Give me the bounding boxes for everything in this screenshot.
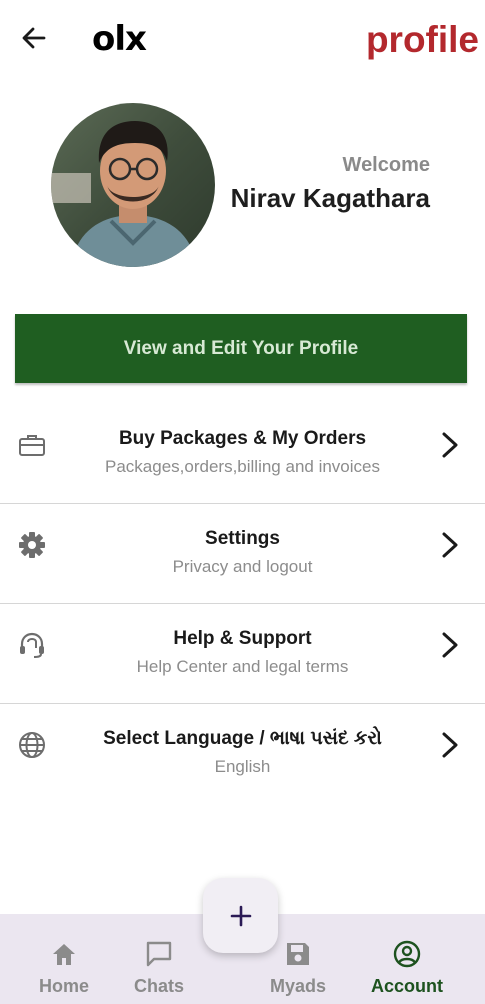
headset-icon	[20, 632, 44, 658]
page-title: profile	[365, 19, 479, 60]
menu-subtitle: Privacy and logout	[172, 557, 313, 576]
menu-item-select-language[interactable]: Select Language / ભાષા પસંદ કરો English	[0, 704, 485, 803]
nav-account[interactable]: Account	[362, 914, 452, 1004]
welcome-label: Welcome	[342, 154, 430, 176]
chat-icon	[146, 941, 172, 967]
gear-icon	[19, 532, 45, 558]
view-edit-profile-button[interactable]: View and Edit Your Profile	[15, 314, 467, 383]
nav-label: Home	[38, 976, 89, 996]
save-icon	[287, 943, 309, 965]
menu-subtitle: English	[214, 757, 271, 776]
olx-logo: olx	[92, 19, 147, 59]
menu-item-buy-packages[interactable]: Buy Packages & My Orders Packages,orders…	[0, 404, 485, 504]
top-bar: olx profile	[0, 0, 485, 80]
menu-title: Select Language / ભાષા પસંદ કરો	[103, 728, 382, 749]
chevron-right-icon	[442, 732, 458, 758]
profile-photo	[51, 103, 215, 267]
chevron-right-icon	[442, 432, 458, 458]
nav-label: Myads	[269, 976, 327, 996]
home-icon	[53, 944, 75, 965]
briefcase-icon	[19, 435, 45, 456]
account-icon	[393, 940, 421, 968]
sell-fab-button[interactable]	[203, 878, 278, 953]
menu-subtitle: Help Center and legal terms	[136, 657, 349, 676]
menu-item-help-support[interactable]: Help & Support Help Center and legal ter…	[0, 604, 485, 704]
menu-title: Help & Support	[173, 628, 312, 649]
user-name: Nirav Kagathara	[230, 183, 430, 213]
menu-title: Buy Packages & My Orders	[118, 428, 367, 449]
menu-item-settings[interactable]: Settings Privacy and logout	[0, 504, 485, 604]
nav-home[interactable]: Home	[19, 914, 109, 1004]
globe-icon	[19, 732, 45, 758]
plus-icon	[230, 905, 251, 926]
chevron-right-icon	[442, 632, 458, 658]
back-arrow-icon[interactable]	[18, 22, 50, 54]
chevron-right-icon	[442, 532, 458, 558]
menu-subtitle: Packages,orders,billing and invoices	[105, 457, 380, 476]
nav-label: Chats	[133, 976, 184, 996]
menu-title: Settings	[205, 528, 280, 549]
avatar[interactable]	[51, 103, 215, 267]
nav-label: Account	[371, 976, 443, 996]
nav-chats[interactable]: Chats	[114, 914, 204, 1004]
